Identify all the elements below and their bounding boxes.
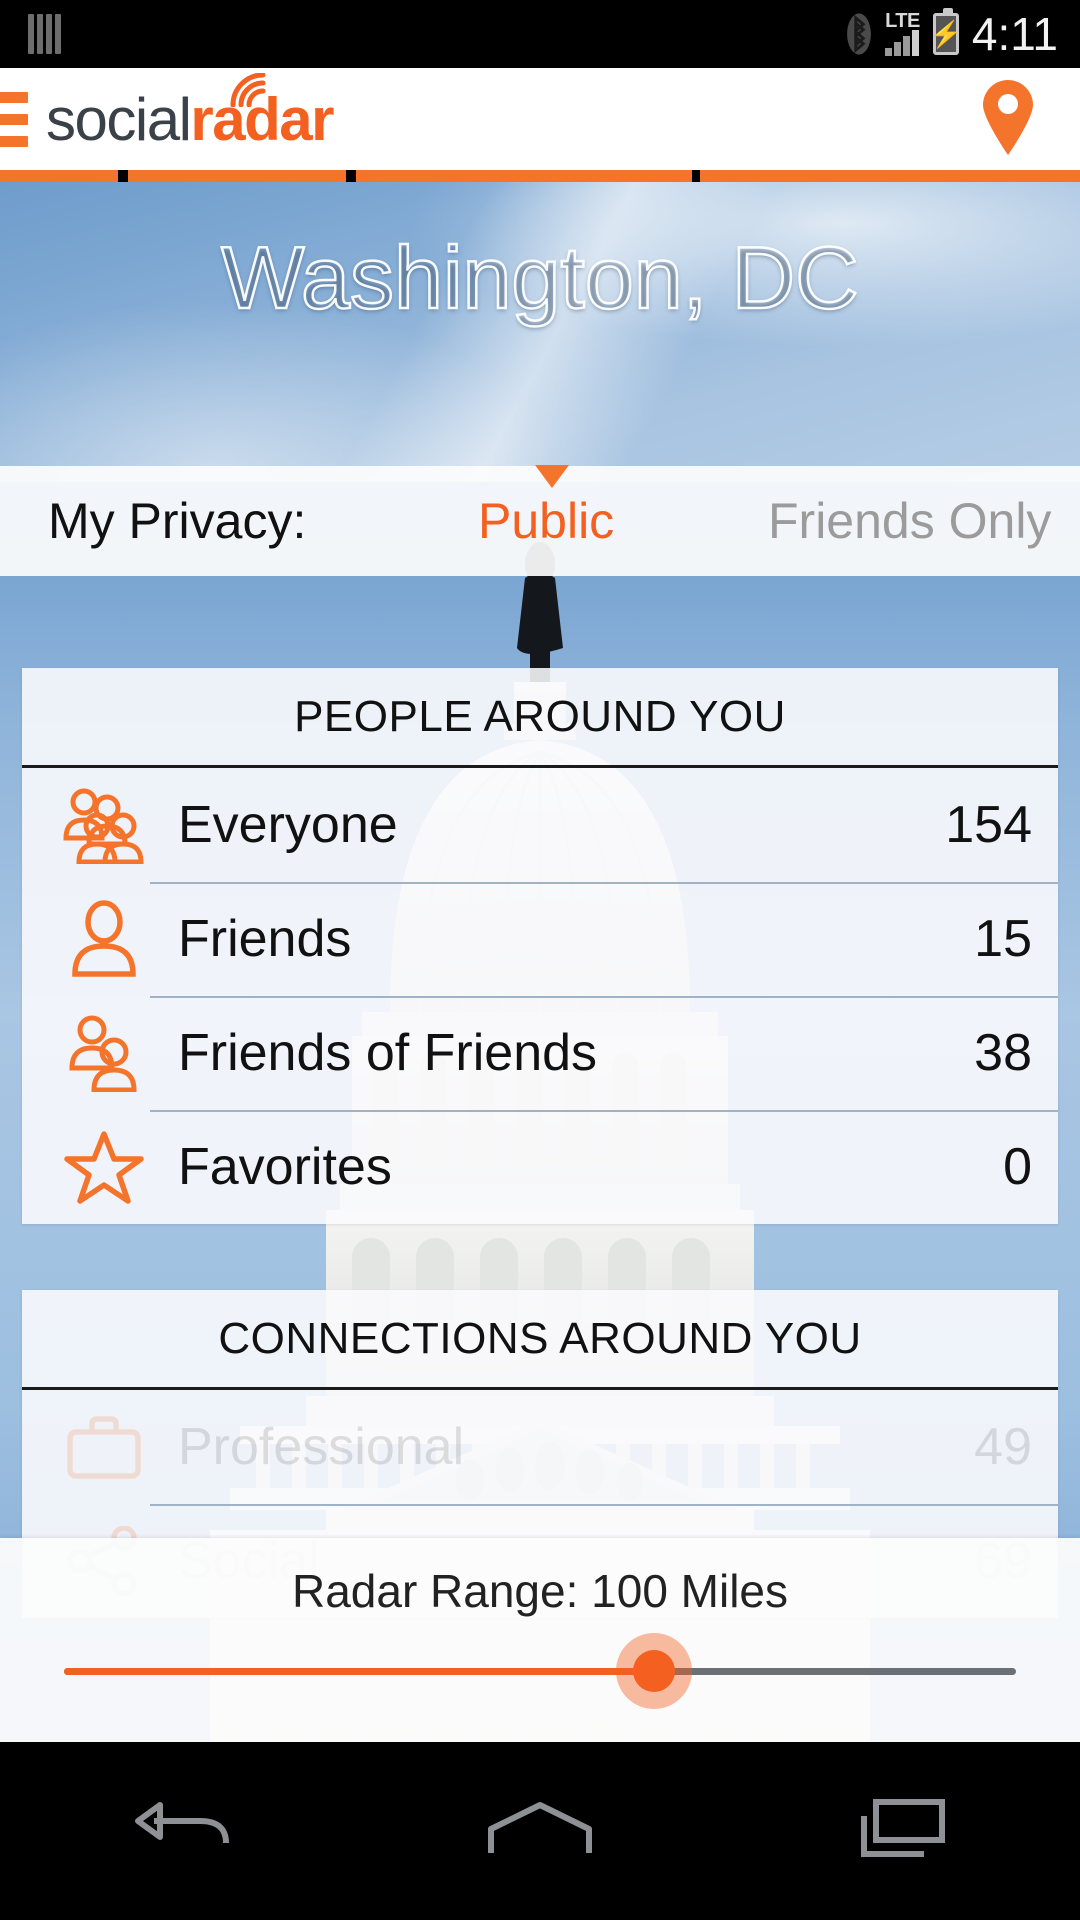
table-row[interactable]: Favorites 0 bbox=[22, 1110, 1058, 1224]
app-header: social radar bbox=[0, 68, 1080, 170]
logo-text-social: social bbox=[46, 85, 192, 153]
two-people-icon bbox=[56, 1014, 152, 1092]
star-icon bbox=[56, 1129, 152, 1205]
map-pin-icon[interactable] bbox=[980, 79, 1036, 160]
privacy-label: My Privacy: bbox=[48, 493, 307, 549]
row-count: 15 bbox=[974, 910, 1032, 968]
table-row[interactable]: Friends of Friends 38 bbox=[22, 996, 1058, 1110]
app-logo: social radar bbox=[46, 72, 334, 154]
radar-range-panel: Radar Range: 100 Miles bbox=[0, 1538, 1080, 1742]
network-type-label: LTE bbox=[885, 10, 920, 32]
privacy-active-caret-icon bbox=[535, 465, 569, 488]
back-arrow-icon[interactable] bbox=[80, 1799, 280, 1863]
person-icon bbox=[56, 900, 152, 978]
connections-card-title: CONNECTIONS AROUND YOU bbox=[22, 1290, 1058, 1390]
status-bar-clock: 4:11 bbox=[971, 8, 1058, 60]
page-title: Washington, DC bbox=[220, 228, 860, 327]
people-card-title: PEOPLE AROUND YOU bbox=[22, 668, 1058, 768]
tab-indicator-bar bbox=[0, 170, 1080, 182]
row-label: Everyone bbox=[178, 796, 398, 854]
people-around-you-card: PEOPLE AROUND YOU Everyone 154 Friends 1… bbox=[22, 668, 1058, 1224]
row-count: 49 bbox=[974, 1418, 1032, 1476]
battery-charging-icon: ⚡ bbox=[930, 8, 962, 55]
group-people-icon bbox=[56, 786, 152, 864]
slider-fill bbox=[64, 1668, 655, 1675]
bluetooth-icon bbox=[846, 12, 872, 56]
row-label: Friends bbox=[178, 910, 352, 968]
tab-indicator-segment-4[interactable] bbox=[700, 170, 1080, 182]
status-bar-right: LTE ⚡ 4:11 bbox=[846, 8, 1058, 60]
tab-indicator-segment-3[interactable] bbox=[356, 170, 692, 182]
table-row[interactable]: Professional 49 bbox=[22, 1390, 1058, 1504]
hamburger-menu-icon[interactable] bbox=[0, 91, 28, 147]
slider-thumb[interactable] bbox=[633, 1650, 676, 1692]
row-count: 0 bbox=[1003, 1138, 1032, 1196]
briefcase-icon bbox=[56, 1414, 152, 1480]
status-bar-left bbox=[28, 14, 61, 54]
row-label: Friends of Friends bbox=[178, 1024, 598, 1082]
row-count: 154 bbox=[945, 796, 1032, 854]
phone-screen: LTE ⚡ 4:11 social radar Washington, DC M… bbox=[0, 0, 1080, 1920]
radar-range-label: Radar Range: 100 Miles bbox=[291, 1565, 789, 1617]
signal-bars-icon bbox=[885, 30, 920, 56]
home-icon[interactable] bbox=[440, 1799, 640, 1863]
privacy-option-friends-only[interactable]: Friends Only bbox=[768, 492, 1051, 550]
status-bar: LTE ⚡ 4:11 bbox=[0, 0, 1080, 68]
row-count: 38 bbox=[974, 1024, 1032, 1082]
table-row[interactable]: Everyone 154 bbox=[22, 768, 1058, 882]
row-label: Professional bbox=[178, 1418, 465, 1476]
table-row[interactable]: Friends 15 bbox=[22, 882, 1058, 996]
network-type-indicator: LTE bbox=[885, 10, 920, 56]
sim-bars-icon bbox=[28, 14, 61, 54]
row-label: Favorites bbox=[178, 1138, 392, 1196]
android-nav-bar bbox=[0, 1742, 1080, 1920]
privacy-selector-bar: My Privacy: Public Friends Only bbox=[0, 465, 1080, 576]
radar-range-slider[interactable] bbox=[64, 1633, 1016, 1709]
tab-indicator-segment-1[interactable] bbox=[0, 170, 118, 182]
radar-waves-icon bbox=[229, 72, 285, 107]
recent-apps-icon[interactable] bbox=[800, 1796, 1000, 1866]
privacy-option-public[interactable]: Public bbox=[478, 492, 614, 550]
tab-indicator-segment-2[interactable] bbox=[128, 170, 346, 182]
